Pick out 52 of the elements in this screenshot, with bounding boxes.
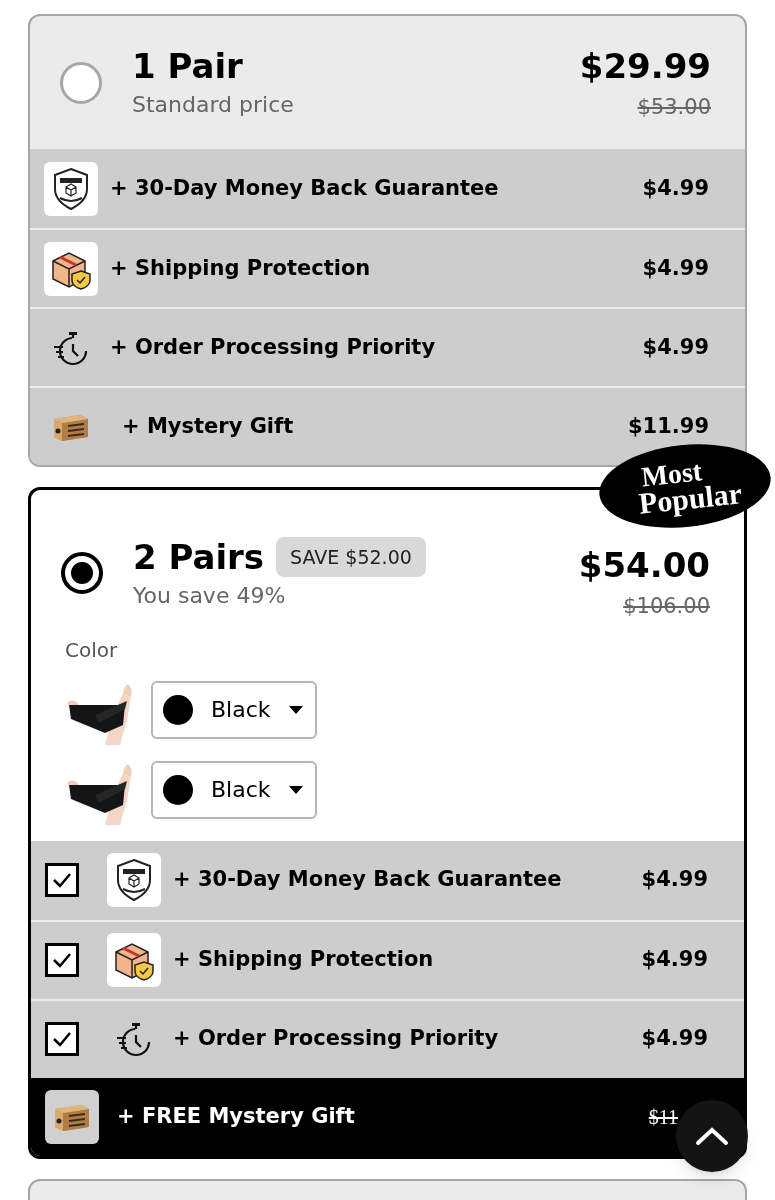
gift-compare-price: $11 [648, 1104, 678, 1130]
checkbox[interactable] [45, 1022, 79, 1056]
radio-button[interactable] [60, 61, 102, 104]
addon-price: $4.99 [641, 866, 708, 894]
color-value: Black [211, 696, 271, 724]
caret-icon [288, 785, 303, 794]
addon-label: + Order Processing Priority [173, 1025, 500, 1053]
addon-row[interactable]: + Shipping Protection $4.99 [30, 228, 745, 307]
shield-icon [44, 161, 98, 216]
bundle-title: 1 Pair [132, 45, 243, 88]
addon-row[interactable]: + Shipping Protection $4.99 [31, 919, 744, 999]
addon-label: + Mystery Gift [122, 412, 295, 440]
package-shield-icon [107, 933, 161, 987]
checkbox[interactable] [45, 943, 79, 977]
addon-label: + Order Processing Priority [110, 333, 437, 361]
checkmark-icon [51, 1030, 73, 1048]
addon-label: + Shipping Protection [110, 254, 372, 282]
bundle-price: $54.00 [578, 544, 710, 587]
cardboard-box-icon [45, 1089, 99, 1144]
bundle-subtitle: You save 49% [133, 581, 287, 610]
addon-row[interactable]: + Order Processing Priority $4.99 [30, 307, 745, 386]
package-shield-icon [44, 241, 98, 296]
save-badge: SAVE $52.00 [276, 536, 426, 577]
addon-price: $4.99 [641, 946, 708, 974]
color-dropdown[interactable]: Black [151, 760, 317, 819]
bundle-subtitle: Standard price [132, 91, 295, 119]
compare-price: $106.00 [623, 593, 710, 620]
bundle-price: $29.99 [579, 45, 711, 89]
compare-price: $53.00 [637, 94, 711, 122]
free-gift-label: + FREE Mystery Gift [117, 1102, 356, 1130]
addon-label: + Shipping Protection [173, 946, 435, 974]
chevron-up-icon [695, 1126, 729, 1146]
checkmark-icon [51, 951, 73, 969]
addon-price: $4.99 [642, 333, 709, 361]
addon-price: $4.99 [642, 254, 709, 282]
bundle-title: 2 Pairs [133, 535, 265, 579]
radio-button[interactable] [61, 552, 103, 595]
addon-price: $4.99 [641, 1025, 708, 1053]
caret-icon [288, 705, 303, 714]
addon-row[interactable]: + Mystery Gift $11.99 [30, 386, 745, 465]
addon-row[interactable]: + 30-Day Money Back Guarantee $4.99 [31, 840, 744, 920]
color-label: Color [65, 636, 119, 664]
color-value: Black [211, 776, 271, 804]
checkmark-icon [51, 871, 73, 889]
addon-label: + 30-Day Money Back Guarantee [110, 174, 500, 202]
addon-row[interactable]: + 30-Day Money Back Guarantee $4.99 [30, 149, 745, 228]
addon-label: + 30-Day Money Back Guarantee [173, 866, 563, 894]
addon-price: $4.99 [642, 174, 709, 202]
color-dropdown[interactable]: Black [151, 680, 317, 739]
addon-row[interactable]: + Order Processing Priority $4.99 [31, 998, 744, 1078]
shield-icon [107, 853, 161, 907]
checkbox[interactable] [45, 863, 79, 897]
